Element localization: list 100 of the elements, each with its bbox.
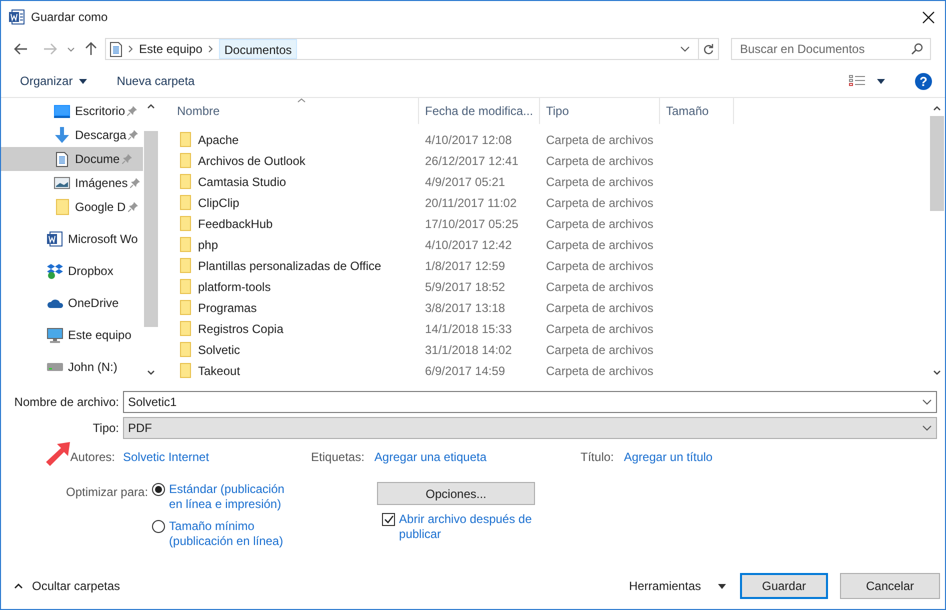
nav-item[interactable]: OneDrive <box>1 291 143 315</box>
link[interactable]: Agregar un título <box>624 448 713 466</box>
table-cell: Carpeta de archivos <box>546 132 654 146</box>
file-name[interactable]: Solvetic <box>198 340 240 358</box>
down-arrow-icon <box>54 127 70 143</box>
chevron-down-icon <box>922 425 932 431</box>
column-header[interactable]: Tamaño <box>660 98 734 124</box>
search-field[interactable]: Buscar en Documentos <box>731 38 931 60</box>
field-label: Autores: <box>70 449 115 466</box>
chevron-down-icon[interactable] <box>67 46 75 52</box>
help-button[interactable]: ? <box>915 72 932 90</box>
table-cell: Carpeta de archivos <box>546 174 654 188</box>
options-button[interactable]: Opciones... <box>377 482 536 505</box>
column-header[interactable]: Fecha de modifica... <box>419 98 540 124</box>
table-cell: Carpeta de archivos <box>546 196 654 210</box>
folder-icon <box>180 216 191 231</box>
table-cell: 5/9/2017 18:52 <box>425 280 506 294</box>
table-cell: Carpeta de archivos <box>546 280 654 294</box>
file-name[interactable]: php <box>198 236 218 254</box>
window-title: Guardar como <box>31 9 108 26</box>
table-cell: 31/1/2018 14:02 <box>425 342 512 356</box>
column-header[interactable]: Nombre <box>159 98 419 124</box>
file-name[interactable]: ClipClip <box>198 194 240 212</box>
chevron-right-icon <box>208 45 214 53</box>
tools-menu-button[interactable]: Herramientas <box>628 577 726 595</box>
link[interactable]: Agregar una etiqueta <box>374 448 487 466</box>
breadcrumb[interactable]: Este equipo <box>139 40 202 58</box>
scrollbar-thumb[interactable] <box>144 131 158 327</box>
file-name[interactable]: Camtasia Studio <box>198 172 286 190</box>
chevron-down-icon[interactable] <box>922 399 932 405</box>
file-name[interactable]: Registros Copia <box>198 320 284 338</box>
file-type-dropdown[interactable]: PDF <box>123 417 937 439</box>
file-name[interactable]: Apache <box>198 130 239 148</box>
organize-menu-button[interactable]: Organizar <box>20 72 87 90</box>
scroll-up-icon[interactable] <box>147 104 155 109</box>
folder-icon <box>180 132 191 147</box>
nav-item[interactable]: Este equipo <box>1 323 143 347</box>
table-cell: 4/10/2017 12:08 <box>425 132 512 146</box>
radio-label[interactable]: Tamaño mínimo (publicación en línea) <box>169 519 292 549</box>
scrollbar-thumb[interactable] <box>930 116 944 211</box>
dialog-button[interactable]: Cancelar <box>840 573 940 599</box>
file-name-field[interactable]: Solvetic1 <box>123 391 937 413</box>
document-icon <box>56 152 68 166</box>
nav-item[interactable]: Imágenes <box>1 171 143 195</box>
table-cell: Carpeta de archivos <box>546 154 654 168</box>
folder-icon <box>180 174 191 189</box>
file-name[interactable]: Archivos de Outlook <box>198 152 306 170</box>
column-header[interactable]: Tipo <box>540 98 660 124</box>
radio-label[interactable]: Estándar (publicación en línea e impresión) <box>169 482 292 512</box>
nav-item[interactable]: Microsoft Wo <box>1 227 143 251</box>
document-icon <box>110 42 122 56</box>
nav-item[interactable]: Docume <box>1 147 143 171</box>
back-arrow-icon[interactable] <box>14 43 28 55</box>
hide-folders-button[interactable]: Ocultar carpetas <box>14 577 120 595</box>
dialog-button[interactable]: Guardar <box>740 573 828 599</box>
field-label: Nombre de archivo: <box>14 394 119 411</box>
link[interactable]: Solvetic Internet <box>123 448 210 466</box>
chevron-down-icon[interactable] <box>680 46 690 52</box>
radio-button[interactable] <box>152 520 166 533</box>
up-arrow-icon[interactable] <box>85 42 97 56</box>
table-cell: 4/9/2017 05:21 <box>425 174 506 188</box>
table-cell: 26/12/2017 12:41 <box>425 154 518 168</box>
file-name[interactable]: Plantillas personalizadas de Office <box>198 256 382 274</box>
table-cell: 6/9/2017 14:59 <box>425 364 506 378</box>
folder-icon <box>56 199 68 215</box>
annotation-arrow <box>45 441 71 467</box>
radio-button[interactable] <box>152 483 166 496</box>
breadcrumb[interactable]: Documentos <box>219 39 297 59</box>
nav-item[interactable]: Dropbox <box>1 259 143 283</box>
field-label: Tipo: <box>92 420 119 437</box>
caret-down-icon[interactable] <box>877 78 885 84</box>
file-name[interactable]: Programas <box>198 298 257 316</box>
checkbox[interactable] <box>382 513 396 526</box>
nav-item[interactable]: John (N:) <box>1 355 143 379</box>
word-icon <box>9 9 25 25</box>
table-cell: 17/10/2017 05:25 <box>425 216 518 230</box>
search-icon <box>911 43 923 55</box>
table-cell: Carpeta de archivos <box>546 300 654 314</box>
address-bar[interactable]: Este equipo Documentos <box>105 38 719 60</box>
new-folder-button[interactable]: Nueva carpeta <box>116 72 195 90</box>
file-name[interactable]: FeedbackHub <box>198 214 273 232</box>
nav-item[interactable]: Escritorio <box>1 99 143 123</box>
nav-item[interactable]: Descarga <box>1 123 143 147</box>
table-cell: 1/8/2017 12:59 <box>425 258 506 272</box>
chevron-right-icon <box>128 45 133 53</box>
table-cell: 20/11/2017 11:02 <box>425 196 517 210</box>
file-name[interactable]: Takeout <box>198 362 240 380</box>
view-options-icon[interactable] <box>849 75 865 87</box>
caret-down-icon <box>718 584 726 588</box>
scroll-down-icon[interactable] <box>147 370 155 375</box>
refresh-icon[interactable] <box>703 43 714 55</box>
table-cell: Carpeta de archivos <box>546 238 654 252</box>
scroll-up-icon[interactable] <box>933 106 941 111</box>
nav-item[interactable]: Google D <box>1 195 143 219</box>
scroll-down-icon[interactable] <box>933 370 941 375</box>
drive-icon <box>47 363 63 371</box>
close-icon[interactable] <box>922 10 935 24</box>
checkbox-label[interactable]: Abrir archivo después de publicar <box>399 512 540 542</box>
image-icon <box>54 177 70 189</box>
file-name[interactable]: platform-tools <box>198 278 271 296</box>
